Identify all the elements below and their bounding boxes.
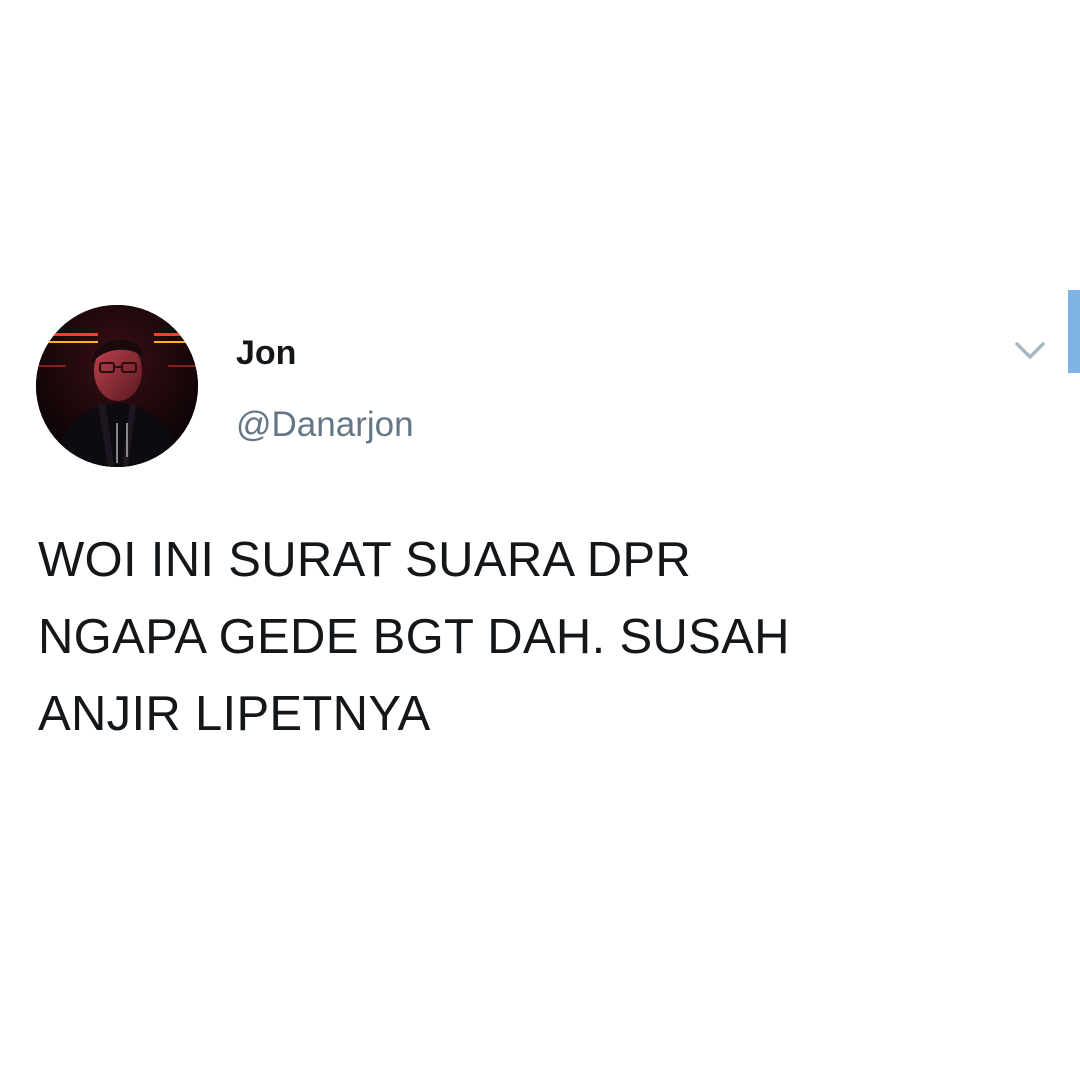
tweet-screenshot: Jon @Danarjon WOI INI SURAT SUARA DPR NG… [0, 0, 1080, 1080]
user-handle[interactable]: @Danarjon [236, 402, 414, 448]
tweet-menu-button[interactable] [1008, 334, 1052, 368]
display-name[interactable]: Jon [236, 331, 296, 375]
tweet-text-line: WOI INI SURAT SUARA DPR [38, 533, 692, 587]
chevron-down-icon [1015, 342, 1045, 359]
tweet-text: WOI INI SURAT SUARA DPR NGAPA GEDE BGT D… [38, 522, 1038, 753]
tweet-card: Jon @Danarjon WOI INI SURAT SUARA DPR NG… [0, 0, 1080, 1080]
avatar-photo [36, 305, 198, 467]
avatar[interactable] [36, 305, 198, 467]
tweet-text-line: NGAPA GEDE BGT DAH. SUSAH [38, 610, 790, 664]
tweet-text-line: ANJIR LIPETNYA [38, 687, 431, 741]
scrollbar-thumb[interactable] [1068, 290, 1080, 373]
